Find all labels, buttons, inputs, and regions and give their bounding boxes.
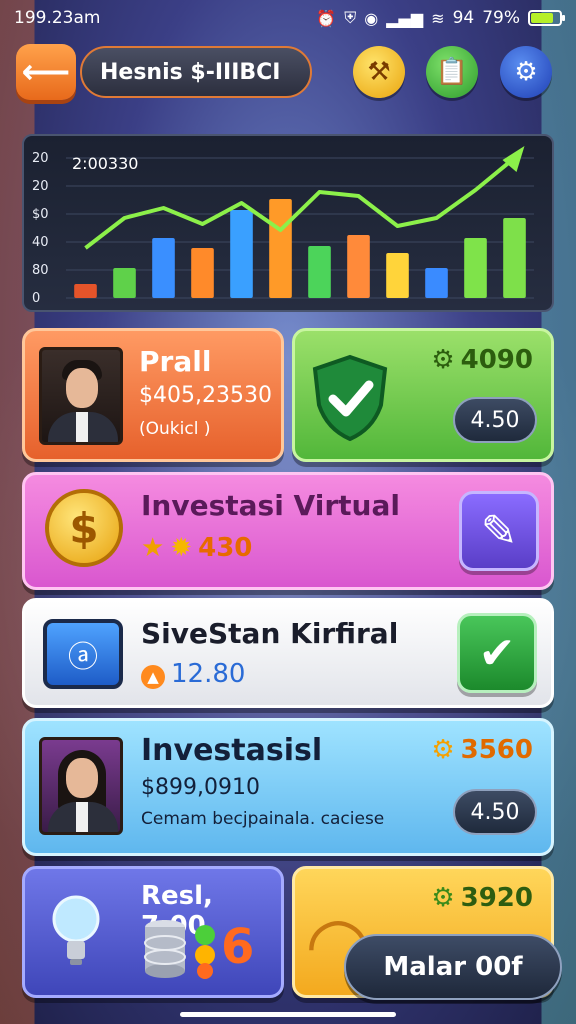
lightbulb-icon (52, 895, 100, 965)
avatar-face (66, 368, 98, 408)
avatar-male (39, 347, 123, 445)
pen-icon: ✎ (480, 505, 518, 557)
warning-icon: ▲ (141, 665, 165, 689)
gear-small-icon: ⚙ (431, 345, 455, 375)
star-icon: ★ (141, 533, 165, 563)
kirfiral-value-row: ▲ 12.80 (141, 659, 245, 689)
chart-trend-line (84, 156, 516, 250)
status-signal-text: 94 (452, 8, 475, 28)
alarm-icon: ⏰ (316, 8, 337, 28)
chart-bar (152, 238, 175, 298)
avatar-female (39, 737, 123, 835)
resl-card[interactable]: Resl, 7:00 6 (22, 866, 284, 998)
chart-bar (503, 218, 526, 298)
chart-bar (191, 248, 214, 298)
clipboard-icon: 📋 (435, 57, 469, 87)
battery-level (531, 13, 554, 23)
avatar-shirt (76, 412, 88, 442)
shield-check-icon (312, 354, 388, 442)
profile-note: (Oukicl ) (139, 419, 211, 439)
chart-bar (386, 253, 409, 298)
chart-timestamp: 2:00330 (72, 154, 139, 173)
hammer-icon: ⚒ (367, 57, 391, 87)
virtual-score-value: 430 (198, 533, 253, 563)
checkmark-icon: ✔ (478, 627, 516, 679)
database-icon (144, 920, 186, 978)
floating-action-button[interactable]: Malar 00f (344, 934, 562, 1000)
chart-bar (269, 199, 292, 298)
investasisl-score: ⚙ 3560 (431, 735, 533, 765)
y-tick-label: $0 (32, 207, 49, 222)
status-bar: 199.23am ⏰ ⛨ ◉ ▂▄▆ ≋ 94 79% (0, 0, 576, 36)
chart-panel: 20 20 $0 40 80 0 2:00330 (22, 134, 554, 312)
chart-trend-arrowhead (502, 146, 525, 172)
battery-icon (528, 10, 565, 26)
chart-bar (308, 246, 331, 298)
y-tick-label: 0 (32, 291, 40, 306)
y-tick-label: 20 (32, 151, 49, 166)
clipboard-badge-icon: ⓐ (43, 619, 123, 689)
status-value-button[interactable]: 4.50 (453, 397, 537, 443)
status-score: ⚙ 4090 (431, 345, 533, 375)
status-time: 199.23am (14, 8, 101, 28)
status-icons: ⏰ ⛨ ◉ ▂▄▆ ≋ 94 79% (316, 8, 565, 28)
y-tick-label: 80 (32, 263, 49, 278)
status-card[interactable]: ⚙ 4090 4.50 (292, 328, 554, 462)
kirfiral-title: SiveStan Kirfiral (141, 617, 399, 650)
resl-digit: 6 (221, 919, 255, 975)
location-icon: ◉ (364, 8, 379, 28)
avatar-face (66, 758, 98, 798)
investasisl-value-button[interactable]: 4.50 (453, 789, 537, 835)
hammer-button[interactable]: ⚒ (353, 46, 405, 98)
investasisl-score-value: 3560 (460, 735, 533, 765)
profile-card[interactable]: Prall $405,23530 (Oukicl ) (22, 328, 284, 462)
gear-orange-icon: ⚙ (431, 735, 455, 765)
clipboard-button[interactable]: 📋 (426, 46, 478, 98)
gear-gold-icon: ✹ (170, 533, 193, 563)
investasisl-card[interactable]: Investasisl $899,0910 Cemam becjpainala.… (22, 718, 554, 856)
avatar-shirt (76, 802, 88, 832)
chart-bar (74, 284, 97, 298)
confirm-button[interactable]: ✔ (457, 613, 537, 693)
gear-icon: ⚙ (514, 57, 538, 87)
profile-amount: $405,23530 (139, 383, 272, 408)
y-tick-label: 20 (32, 179, 49, 194)
y-tick-label: 40 (32, 235, 49, 250)
profile-name: Prall (139, 345, 212, 378)
dollar-coin-icon: $ (45, 489, 123, 567)
yellow-score: ⚙ 3920 (431, 883, 533, 913)
cell-signal-icon: ▂▄▆ (386, 8, 424, 28)
chart-bar (464, 238, 487, 298)
investasisl-note: Cemam becjpainala. caciese (141, 809, 385, 829)
virtual-title: Investasi Virtual (141, 489, 400, 522)
arrow-left-icon: ⟵ (21, 52, 71, 92)
edit-button[interactable]: ✎ (459, 491, 539, 571)
gear-green-icon: ⚙ (431, 883, 455, 913)
header-title: Hesnis $-IIIBCI (80, 46, 312, 98)
virtual-investment-card[interactable]: $ Investasi Virtual ★ ✹ 430 ✎ (22, 472, 554, 590)
chart-bar (230, 210, 253, 298)
investasisl-title: Investasisl (141, 733, 323, 768)
chart-bar (425, 268, 448, 298)
back-button[interactable]: ⟵ (16, 44, 76, 100)
kirfiral-card[interactable]: ⓐ SiveStan Kirfiral ▲ 12.80 ✔ (22, 598, 554, 708)
header-bar: ⟵ Hesnis $-IIIBCI ⚒ 📋 ⚙ (16, 44, 560, 102)
battery-percent: 79% (482, 8, 520, 28)
settings-button[interactable]: ⚙ (500, 46, 552, 98)
chart-bar (113, 268, 136, 298)
wifi-icon: ≋ (431, 8, 445, 28)
yellow-score-value: 3920 (460, 883, 533, 913)
chart-bar (347, 235, 370, 298)
status-score-value: 4090 (460, 345, 533, 375)
kirfiral-value: 12.80 (171, 659, 246, 689)
traffic-dots-icon (195, 925, 215, 979)
shield-status-icon: ⛨ (344, 8, 357, 27)
virtual-score: ★ ✹ 430 (141, 533, 252, 563)
home-indicator[interactable] (180, 1012, 396, 1017)
investasisl-amount: $899,0910 (141, 775, 260, 800)
